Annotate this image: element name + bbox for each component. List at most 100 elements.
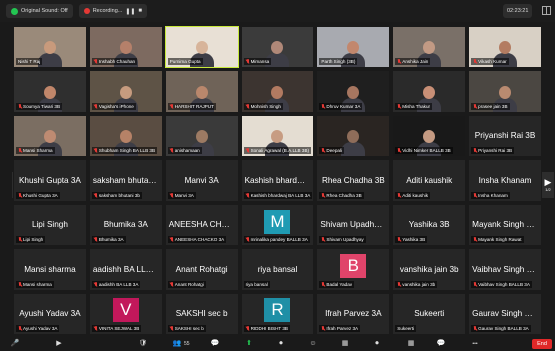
participant-display-name: Priyanshi Rai 3B	[474, 131, 536, 141]
participant-name-label: Aditi kaushik	[395, 191, 431, 199]
participant-name-label: Nishi T Raj	[16, 58, 43, 66]
share-screen-icon[interactable]: ⬆	[244, 340, 254, 348]
more-options-icon[interactable]: •••	[470, 340, 480, 348]
participant-tile[interactable]: Misha Thakur	[392, 70, 467, 113]
meeting-top-bar: Original Sound: Off Recording... ❚❚ ■ 02…	[0, 0, 555, 22]
original-sound-toggle[interactable]: Original Sound: Off	[6, 4, 73, 18]
participant-name-label: Insha Khanam	[471, 191, 510, 199]
participant-tile[interactable]: anishamaan	[164, 114, 239, 158]
participant-tile[interactable]: Anshika Jain	[392, 26, 467, 69]
participant-tile[interactable]: Rhea Chadha 3B Rhea Chadha 3B	[316, 159, 391, 202]
participant-tile[interactable]: B Badal Yadav	[316, 248, 391, 291]
mic-muted-icon	[18, 148, 22, 153]
participant-name-text: Ayushi Yadav 3A	[23, 325, 58, 331]
participant-tile[interactable]: Kashish bhardwaj... Kashish bhardwaj BA L…	[240, 159, 315, 202]
participant-tile[interactable]: Mimansa	[240, 26, 315, 69]
participant-name-text: Lipi Singh	[23, 237, 44, 243]
participant-tile[interactable]: Nishi T Raj	[13, 26, 87, 69]
participant-name-label: Rhea Chadha 3B	[319, 191, 364, 199]
participant-tile[interactable]: aadishh BA LLB 3A aadishh BA LLB 3A	[88, 248, 163, 291]
participant-tile[interactable]: Vikash Kumar	[468, 26, 542, 69]
participant-tile[interactable]: Purnima Gupta	[164, 26, 239, 69]
chat-icon[interactable]: 💬	[210, 340, 220, 348]
participant-display-name: aadishh BA LLB 3A	[92, 264, 162, 274]
shield-icon	[11, 7, 18, 15]
participant-tile[interactable]: Inshabh Chauhan	[88, 26, 163, 69]
view-mode-icon[interactable]	[542, 6, 551, 15]
mic-muted-icon	[397, 281, 401, 287]
microphone-icon[interactable]: 🎤	[10, 340, 20, 348]
pause-recording-button[interactable]: ❚❚	[125, 8, 135, 15]
end-meeting-button[interactable]: End	[532, 339, 552, 349]
participant-tile[interactable]: Mansi sharma Mansi sharma	[13, 248, 87, 291]
participant-tile[interactable]: Anant Rohatgi Anant Rohatgi	[164, 248, 239, 291]
mic-muted-icon	[473, 237, 477, 242]
mic-muted-icon	[321, 281, 325, 287]
participant-tile[interactable]: Vaibhav Singh BAL... Vaibhav Singh BALLB …	[468, 248, 542, 291]
participant-name-label: VINITA SEJWAL 3B	[91, 324, 142, 332]
video-camera-icon[interactable]: ▶	[54, 340, 64, 348]
participant-name-label: Misha Thakur	[395, 102, 433, 110]
participant-tile[interactable]: ANEESHA CHACK... ANEESHA CHACKO 3A	[164, 203, 239, 247]
notes-icon[interactable]: ▦	[406, 340, 416, 348]
participant-display-name: vanshika jain 3b	[399, 264, 459, 274]
participant-tile[interactable]: Deepali	[316, 114, 391, 158]
participant-tile[interactable]: Soumya Tiwari 3B	[13, 70, 87, 113]
participant-tile[interactable]: V VINITA SEJWAL 3B	[88, 292, 163, 335]
participant-name-label: riya bansal	[243, 280, 270, 288]
participant-tile[interactable]: vanshika jain 3b vanshika jain 3b	[392, 248, 467, 291]
participant-name-text: Purnima Gupta	[169, 59, 201, 65]
participant-tile[interactable]: Parth Singh (3B)	[316, 26, 391, 69]
participant-tile[interactable]: Shubham Singh BA LLB 3B	[88, 114, 163, 158]
participant-tile[interactable]: Mayank Singh Ra... Mayank Singh Rawat	[468, 203, 542, 247]
participant-tile[interactable]: saksham bhutani... saksham bhutani 3b	[88, 159, 163, 202]
participant-tile[interactable]: Sukeerti Sukeerti	[392, 292, 467, 335]
mic-muted-icon	[397, 192, 401, 198]
whiteboard-icon[interactable]: ⏺	[372, 340, 382, 348]
participant-tile[interactable]: Mmrinalika pandey BALLB 3A	[240, 203, 315, 247]
participant-tile[interactable]: Insha Khanam Insha Khanam	[468, 159, 542, 202]
participant-tile[interactable]: Vagisha's iPhone	[88, 70, 163, 113]
participant-tile[interactable]: riya bansal riya bansal	[240, 248, 315, 291]
apps-icon[interactable]: ▦	[340, 340, 350, 348]
participant-name-text: vanshika jain 3b	[402, 281, 436, 287]
participant-tile[interactable]: Khushi Gupta 3A Khushi Gupta 3A	[13, 159, 87, 202]
captions-icon[interactable]: 💬	[436, 340, 446, 348]
mic-muted-icon	[18, 103, 22, 109]
participant-tile[interactable]: HARSHIT RAJPUT	[164, 70, 239, 113]
participant-tile[interactable]: Yashika 3B Yashika 3B	[392, 203, 467, 247]
participant-tile[interactable]: Sonali Agrawal (B.A.LLB 3B)	[240, 114, 315, 158]
participant-tile[interactable]: Bhumika 3A Bhumika 3A	[88, 203, 163, 247]
participant-tile[interactable]: Lipi Singh Lipi Singh	[13, 203, 87, 247]
participant-tile[interactable]: Mohnish Singh	[240, 70, 315, 113]
participant-tile[interactable]: Ayushi Yadav 3A Ayushi Yadav 3A	[13, 292, 87, 335]
reactions-icon[interactable]: ☺	[308, 340, 318, 348]
participant-tile[interactable]: Dhruv Kumar 3A	[316, 70, 391, 113]
participant-name-text: Shivam Upadhyay	[326, 237, 364, 243]
participant-tile[interactable]: Shivam Upadhyay Shivam Upadhyay	[316, 203, 391, 247]
mic-muted-icon	[397, 59, 401, 64]
participant-tile[interactable]: Ifrah Parvez 3A Ifrah Parvez 3A	[316, 292, 391, 335]
participant-tile[interactable]: SAKSHI sec b SAKSHI sec b	[164, 292, 239, 335]
participant-tile[interactable]: Mansi Sharma	[13, 114, 87, 158]
participant-tile[interactable]: prasee jain 3B	[468, 70, 542, 113]
next-page-button[interactable]: ▶ 1/2	[542, 172, 554, 198]
participant-name-text: Mohnish Singh	[250, 103, 281, 109]
person-head	[423, 85, 436, 99]
security-icon[interactable]: 🛡	[138, 340, 148, 348]
participant-tile[interactable]: Gaurav Singh BAL... Gaurav Singh BALLB 3A	[468, 292, 542, 335]
participant-tile[interactable]: Manvi 3A Manvi 3A	[164, 159, 239, 202]
stop-recording-button[interactable]: ■	[138, 8, 142, 14]
participant-name-label: Ifrah Parvez 3A	[319, 324, 361, 332]
participant-tile[interactable]: Vidhi Nimker BALLB 3B	[392, 114, 467, 158]
participant-tile[interactable]: R RIDDHI BISHT 3B	[240, 292, 315, 335]
participant-tile[interactable]: Priyanshi Rai 3B Priyanshi Rai 3B	[468, 114, 542, 158]
mic-muted-icon	[94, 59, 98, 64]
participant-name-label: vanshika jain 3b	[395, 280, 438, 288]
participants-icon[interactable]: 👥	[172, 340, 182, 348]
record-button-icon[interactable]: ⏺	[276, 340, 286, 348]
participant-name-label: mrinalika pandey BALLB 3A	[243, 236, 310, 244]
participant-tile[interactable]: Aditi kaushik Aditi kaushik	[392, 159, 467, 202]
participant-display-name: Vaibhav Singh BAL...	[472, 264, 541, 274]
person-head	[43, 130, 56, 144]
